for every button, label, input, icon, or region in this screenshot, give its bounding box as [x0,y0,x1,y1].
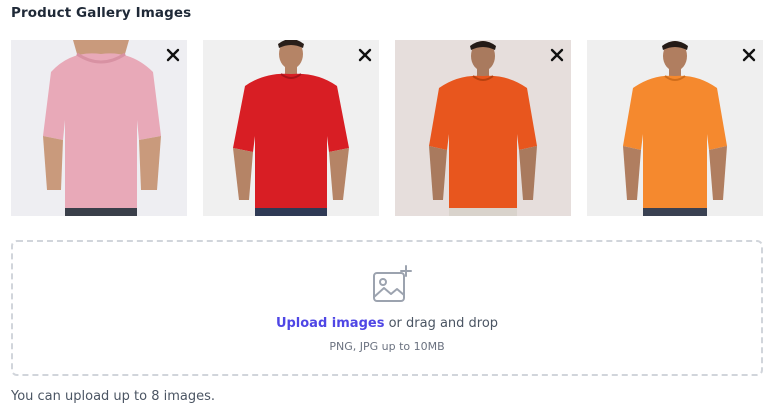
upload-dropzone[interactable]: Upload images or drag and drop PNG, JPG … [11,240,763,376]
dropzone-instructions: Upload images or drag and drop [13,316,761,331]
close-icon [550,48,564,62]
product-photo [395,40,571,216]
remove-image-button[interactable] [547,45,567,65]
gallery-image[interactable] [587,40,763,216]
upload-images-link[interactable]: Upload images [276,316,385,331]
product-photo [11,40,187,216]
product-photo [203,40,379,216]
remove-image-button[interactable] [739,45,759,65]
close-icon [358,48,372,62]
section-title: Product Gallery Images [11,5,192,21]
drag-drop-text: or drag and drop [384,316,499,331]
gallery-image[interactable] [11,40,187,216]
product-photo [587,40,763,216]
image-add-icon [373,265,412,302]
remove-image-button[interactable] [163,45,183,65]
upload-limit-text: You can upload up to 8 images. [11,389,216,404]
remove-image-button[interactable] [355,45,375,65]
gallery-image[interactable] [395,40,571,216]
close-icon [742,48,756,62]
close-icon [166,48,180,62]
file-type-hint: PNG, JPG up to 10MB [329,340,445,353]
product-gallery [11,40,763,216]
gallery-image[interactable] [203,40,379,216]
